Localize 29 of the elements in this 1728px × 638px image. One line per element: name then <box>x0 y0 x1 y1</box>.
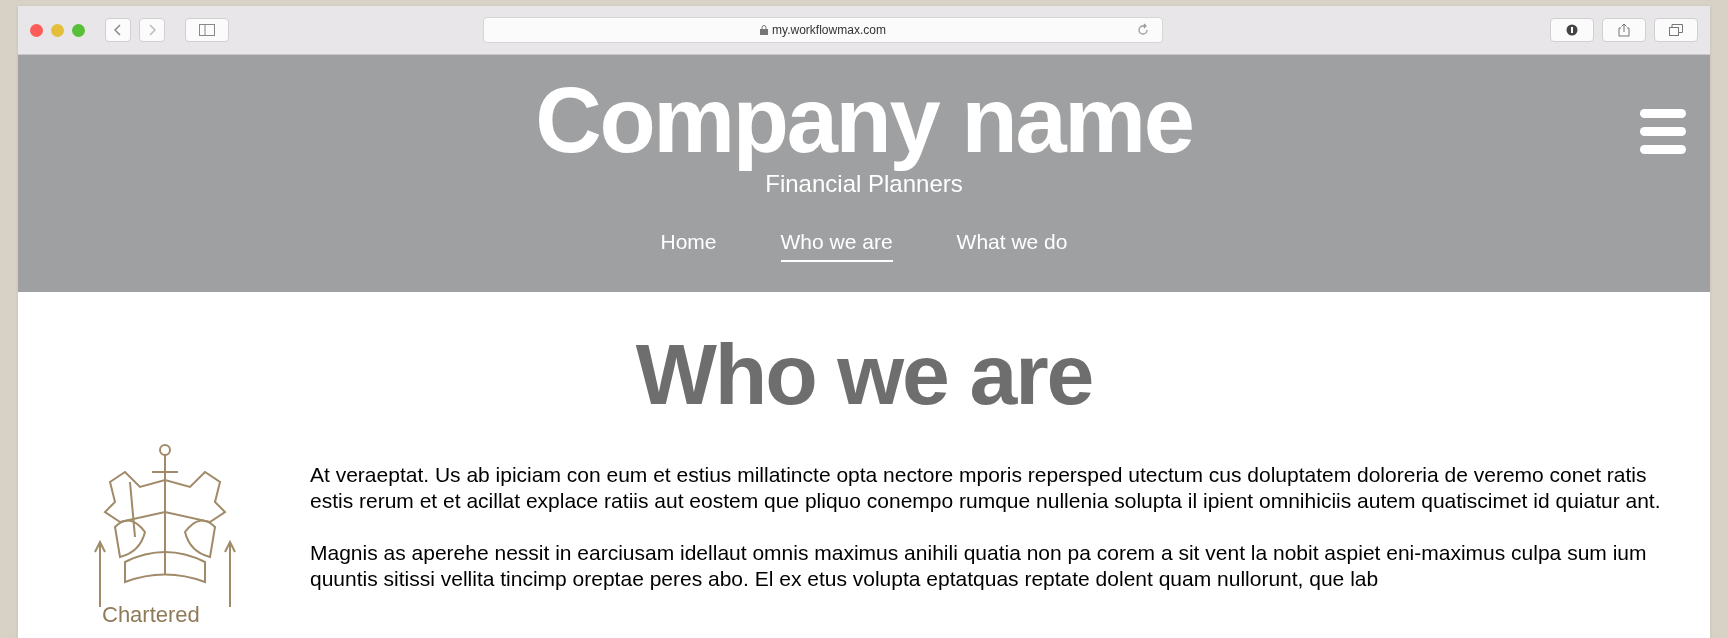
circle-icon <box>1566 24 1578 36</box>
menu-button[interactable] <box>1640 109 1686 154</box>
logo-caption: Chartered <box>102 604 200 627</box>
nav-link[interactable]: What we do <box>956 226 1068 262</box>
company-subtitle: Financial Planners <box>765 170 963 200</box>
lock-icon <box>760 25 769 35</box>
reload-icon[interactable] <box>1136 23 1150 37</box>
body-paragraph: Magnis as aperehe nessit in earciusam idellaut omnis maximus anihili quatia non pa corem a sit vent la nobit aspiet eni-maximus culpa sum ium quuntis sitissi vellita tincimp oreptae peres abo. El ex etus volupta eptatquas reptate dolent quam nullorunt, que lab <box>310 540 1648 593</box>
sidebar-icon <box>199 24 215 36</box>
tabs-button[interactable] <box>1654 18 1698 42</box>
share-icon <box>1618 23 1630 37</box>
nav-link[interactable]: Who we are <box>780 226 893 262</box>
share-button[interactable] <box>1602 18 1646 42</box>
address-bar[interactable]: my.workflowmax.com <box>483 17 1163 43</box>
chevron-right-icon <box>148 24 156 36</box>
extension-button[interactable] <box>1550 18 1594 42</box>
minimize-icon[interactable] <box>51 23 64 37</box>
sidebar-button[interactable] <box>185 18 229 42</box>
body-paragraph: At veraeptat. Us ab ipiciam con eum et estius millatincte opta nectore mporis repersped utectum cus doluptatem doloreria de veremo conet ratis estis rerum et et acillat explace ratiis aut eostem que pliquo conempo rumque nullenia solupta il ipient omnihiciis autem quatiscimet id quiatur ant. <box>310 462 1662 515</box>
page-heading: Who we are <box>635 326 1093 423</box>
back-button[interactable] <box>105 18 131 42</box>
forward-button[interactable] <box>139 18 165 42</box>
close-icon[interactable] <box>30 23 43 37</box>
nav-link[interactable]: Home <box>660 226 717 262</box>
company-title: Company name <box>535 69 1193 173</box>
url-text: my.workflowmax.com <box>772 22 886 39</box>
chevron-left-icon <box>114 24 122 36</box>
tabs-icon <box>1669 24 1683 36</box>
maximize-icon[interactable] <box>72 23 85 37</box>
